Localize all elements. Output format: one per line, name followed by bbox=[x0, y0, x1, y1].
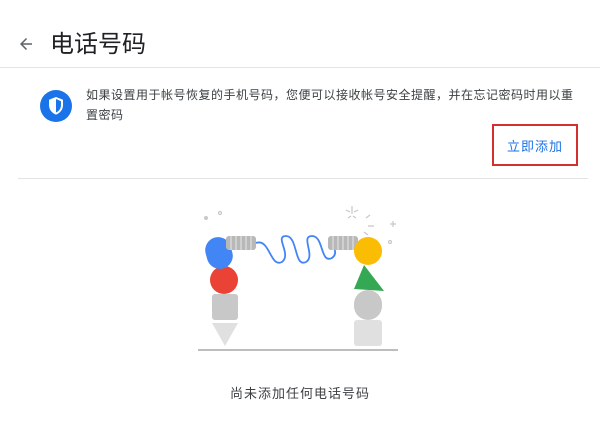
arrow-left-icon bbox=[20, 38, 32, 50]
empty-state-text: 尚未添加任何电话号码 bbox=[229, 387, 370, 402]
phone-number-page: 电话号码 如果设置用于帐号恢复的手机号码，您便可以接收帐号安全提醒，并在忘记密码… bbox=[0, 0, 600, 432]
page-header: 电话号码 bbox=[0, 0, 600, 68]
back-button[interactable] bbox=[10, 28, 42, 60]
right-robot-arm bbox=[328, 236, 384, 346]
left-robot-arm bbox=[205, 236, 256, 346]
recovery-phone-info: 如果设置用于帐号恢复的手机号码，您便可以接收帐号安全提醒，并在忘记密码时用以重置… bbox=[18, 69, 588, 179]
robot-arms-illustration bbox=[198, 206, 398, 351]
page-title: 电话号码 bbox=[50, 30, 146, 58]
cable bbox=[255, 235, 336, 264]
info-text: 如果设置用于帐号恢复的手机号码，您便可以接收帐号安全提醒，并在忘记密码时用以重置… bbox=[86, 88, 574, 122]
shield-icon bbox=[40, 90, 72, 122]
add-now-button[interactable]: 立即添加 bbox=[492, 124, 578, 166]
